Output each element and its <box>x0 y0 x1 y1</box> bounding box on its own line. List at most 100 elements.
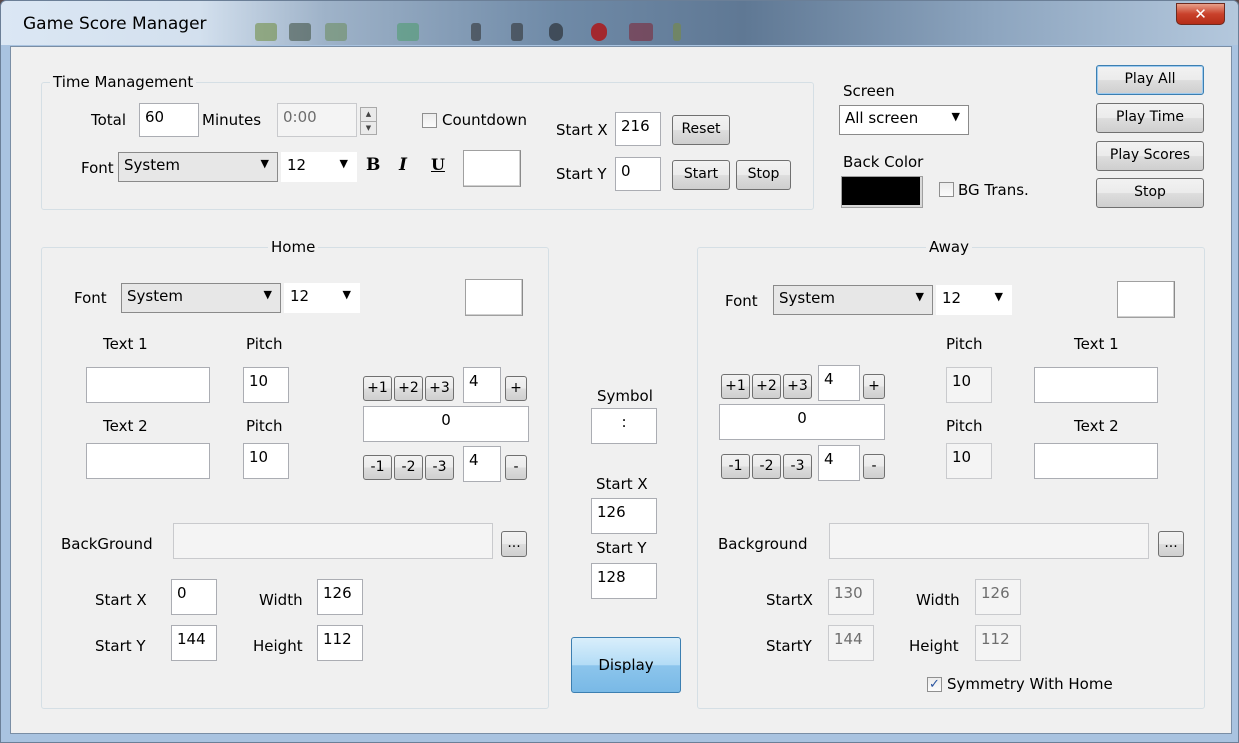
window-title: Game Score Manager <box>23 14 207 34</box>
home-minus3-button[interactable]: -3 <box>425 455 454 480</box>
symbol-input[interactable]: : <box>591 408 657 444</box>
center-start-y-input[interactable]: 128 <box>591 563 657 599</box>
away-plus-step-input[interactable]: 4 <box>818 365 860 401</box>
center-start-x-input[interactable]: 126 <box>591 498 657 534</box>
home-start-x-input[interactable]: 0 <box>171 579 217 615</box>
close-button[interactable]: ✕ <box>1176 3 1225 25</box>
home-text2-input[interactable] <box>86 443 210 479</box>
away-font-select[interactable]: System ▼ <box>773 285 933 315</box>
minutes-label: Minutes <box>202 111 262 129</box>
time-size-select[interactable]: 12 ▼ <box>281 152 357 182</box>
chevron-down-icon: ▼ <box>263 288 272 301</box>
away-browse-button[interactable]: ... <box>1158 531 1184 557</box>
home-width-label: Width <box>259 591 303 609</box>
spinner-down-icon[interactable]: ▼ <box>361 122 376 135</box>
symmetry-checkbox[interactable]: ✓ <box>927 677 942 692</box>
title-bar[interactable]: Game Score Manager ✕ <box>1 1 1238 45</box>
time-font-select[interactable]: System ▼ <box>118 152 278 182</box>
home-height-label: Height <box>253 637 303 655</box>
home-plus3-button[interactable]: +3 <box>425 376 454 401</box>
away-plus-button[interactable]: + <box>863 374 885 399</box>
home-minus2-button[interactable]: -2 <box>394 455 423 480</box>
time-font-color-swatch[interactable] <box>463 150 521 187</box>
play-stop-button[interactable]: Stop <box>1096 178 1204 208</box>
display-button[interactable]: Display <box>571 637 681 693</box>
away-minus2-button[interactable]: -2 <box>752 454 781 479</box>
time-italic-toggle[interactable]: I <box>399 155 407 175</box>
home-plus1-button[interactable]: +1 <box>363 376 392 401</box>
total-minutes-input[interactable]: 60 <box>139 103 199 137</box>
play-time-button[interactable]: Play Time <box>1096 103 1204 133</box>
away-pitch1-input[interactable]: 10 <box>946 367 992 403</box>
away-plus1-button[interactable]: +1 <box>721 374 750 399</box>
home-size-select[interactable]: 12 ▼ <box>284 283 360 313</box>
time-spinner[interactable]: ▲ ▼ <box>360 107 377 135</box>
home-start-y-input[interactable]: 144 <box>171 625 217 661</box>
reset-button[interactable]: Reset <box>672 115 730 145</box>
countdown-checkbox[interactable] <box>422 113 437 128</box>
center-start-x-label: Start X <box>596 475 648 493</box>
away-text1-label: Text 1 <box>1074 335 1119 353</box>
away-minus1-button[interactable]: -1 <box>721 454 750 479</box>
away-start-x-input[interactable]: 130 <box>828 579 874 615</box>
time-start-x-input[interactable]: 216 <box>615 112 661 146</box>
home-minus1-button[interactable]: -1 <box>363 455 392 480</box>
away-minus3-button[interactable]: -3 <box>783 454 812 479</box>
away-start-y-input[interactable]: 144 <box>828 625 874 661</box>
away-text2-input[interactable] <box>1034 443 1158 479</box>
away-text1-input[interactable] <box>1034 367 1158 403</box>
home-width-input[interactable]: 126 <box>317 579 363 615</box>
home-pitch1-label: Pitch <box>246 335 283 353</box>
title-bar-background-strip <box>241 23 801 43</box>
home-plus-button[interactable]: + <box>505 376 527 401</box>
home-height-input[interactable]: 112 <box>317 625 363 661</box>
home-minus-step-input[interactable]: 4 <box>463 446 501 482</box>
home-start-x-label: Start X <box>95 591 147 609</box>
away-background-input[interactable] <box>829 523 1149 559</box>
home-font-label: Font <box>74 289 107 307</box>
away-minus-step-input[interactable]: 4 <box>818 445 860 481</box>
home-browse-button[interactable]: ... <box>501 531 527 557</box>
screen-label: Screen <box>843 82 895 100</box>
away-score-input[interactable]: 0 <box>719 404 885 440</box>
away-font-label: Font <box>725 292 758 310</box>
client-area: Time Management Total 60 Minutes 0:00 ▲ … <box>10 46 1232 734</box>
away-size-select[interactable]: 12 ▼ <box>936 285 1012 315</box>
time-start-y-input[interactable]: 0 <box>615 157 661 191</box>
home-pitch2-input[interactable]: 10 <box>243 443 289 479</box>
home-plus2-button[interactable]: +2 <box>394 376 423 401</box>
home-background-input[interactable] <box>173 523 493 559</box>
bg-trans-checkbox[interactable] <box>939 182 954 197</box>
away-pitch2-input[interactable]: 10 <box>946 443 992 479</box>
time-start-button[interactable]: Start <box>672 160 730 190</box>
time-bold-toggle[interactable]: B <box>366 155 380 175</box>
away-font-color-swatch[interactable] <box>1117 281 1175 318</box>
time-display-input[interactable]: 0:00 <box>277 103 357 137</box>
home-minus-button[interactable]: - <box>505 455 527 480</box>
play-scores-button[interactable]: Play Scores <box>1096 141 1204 171</box>
away-width-input[interactable]: 126 <box>975 579 1021 615</box>
away-plus3-button[interactable]: +3 <box>783 374 812 399</box>
away-height-input[interactable]: 112 <box>975 625 1021 661</box>
home-text1-label: Text 1 <box>103 335 148 353</box>
screen-select[interactable]: All screen ▼ <box>839 105 969 135</box>
chevron-down-icon: ▼ <box>994 290 1003 303</box>
home-text1-input[interactable] <box>86 367 210 403</box>
back-color-swatch[interactable] <box>841 176 923 208</box>
home-plus-step-input[interactable]: 4 <box>463 367 501 403</box>
spinner-up-icon[interactable]: ▲ <box>361 108 376 122</box>
time-stop-button[interactable]: Stop <box>736 160 791 190</box>
home-pitch1-input[interactable]: 10 <box>243 367 289 403</box>
home-text2-label: Text 2 <box>103 417 148 435</box>
home-background-label: BackGround <box>61 535 153 553</box>
home-font-color-swatch[interactable] <box>465 279 523 316</box>
chevron-down-icon: ▼ <box>951 110 960 123</box>
away-minus-button[interactable]: - <box>863 454 885 479</box>
time-underline-toggle[interactable]: U <box>431 155 445 174</box>
home-score-input[interactable]: 0 <box>363 406 529 442</box>
home-font-select[interactable]: System ▼ <box>121 283 281 313</box>
home-start-y-label: Start Y <box>95 637 146 655</box>
away-plus2-button[interactable]: +2 <box>752 374 781 399</box>
chevron-down-icon: ▼ <box>342 288 351 301</box>
play-all-button[interactable]: Play All <box>1096 65 1204 95</box>
